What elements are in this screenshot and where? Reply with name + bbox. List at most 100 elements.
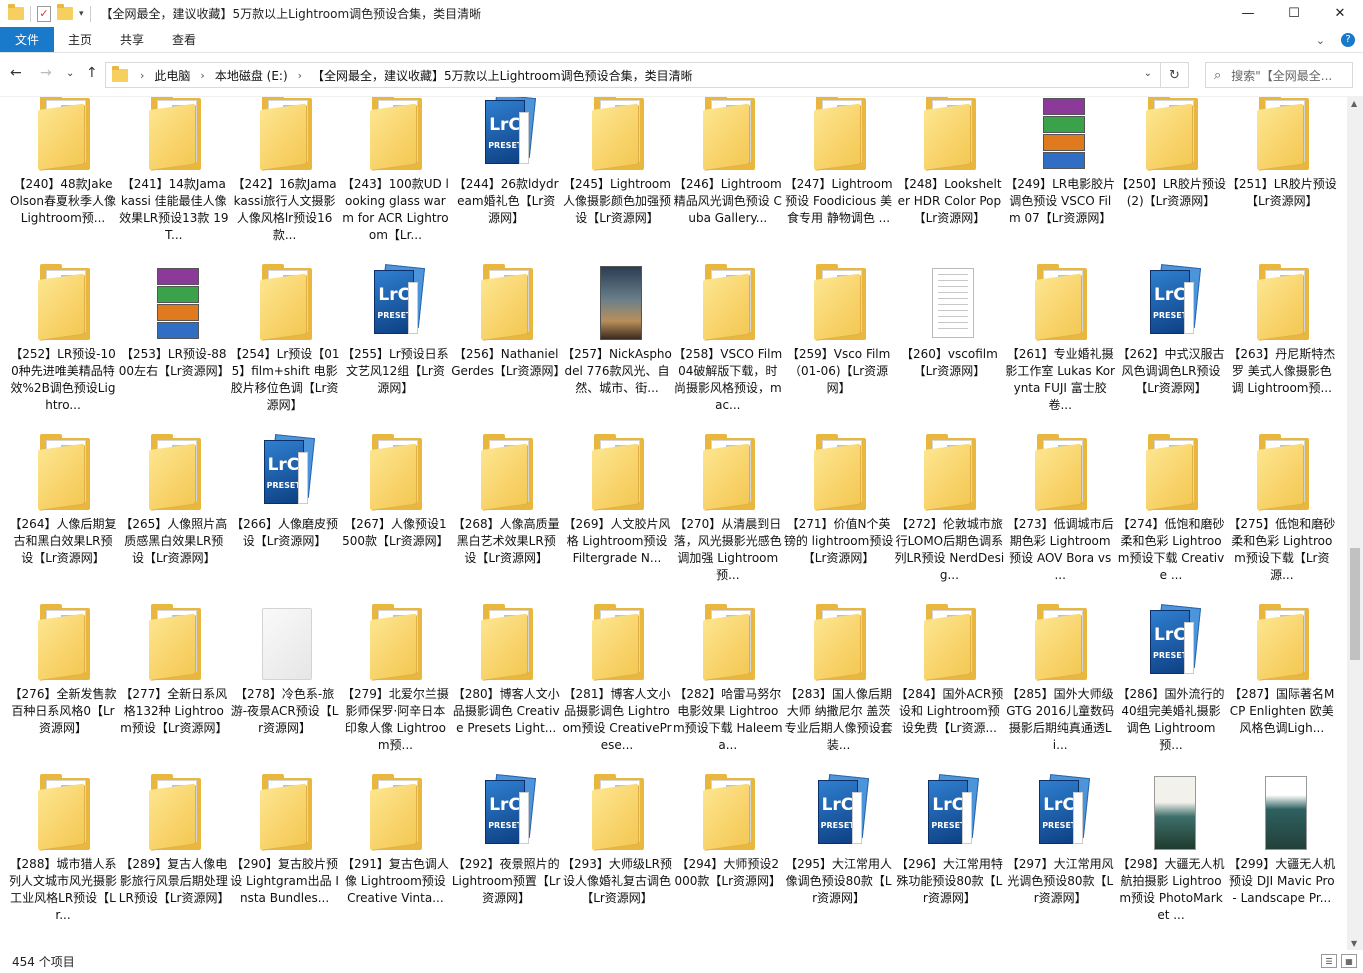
folder-item[interactable]: 【293】大师级LR预设人像婚礼复古调色【Lr资源网】 (562, 774, 672, 944)
details-view-icon[interactable]: ☰ (1321, 954, 1337, 968)
folder-item[interactable]: 【249】LR电影胶片调色预设 VSCO Film 07【Lr资源网】 (1005, 97, 1115, 264)
folder-item[interactable]: 【241】14款Jamakassi 佳能最佳人像效果LR预设13款 19T... (119, 97, 229, 264)
scrollbar-thumb[interactable] (1350, 548, 1360, 660)
folder-item[interactable]: LrC PRESET 【266】人像磨皮预设【Lr资源网】 (230, 434, 340, 604)
folder-item-label: 【293】大师级LR预设人像婚礼复古调色【Lr资源网】 (562, 857, 672, 905)
folder-item[interactable]: 【268】人像高质量黑白艺术效果LR预设【Lr资源网】 (451, 434, 561, 604)
folder-item[interactable]: 【280】博客人文小品摄影调色 Creative Presets Light..… (451, 604, 561, 774)
folder-item[interactable]: 【259】Vsco Film （01-06)【Lr资源网】 (784, 264, 894, 434)
breadcrumb-current-folder[interactable]: 【全网最全，建议收藏】5万款以上Lightroom调色预设合集，类目清晰 (308, 67, 697, 84)
minimize-button[interactable]: — (1225, 0, 1271, 27)
folder-item-label: 【261】专业婚礼摄影工作室 Lukas Korynta FUJI 富士胶卷..… (1005, 347, 1115, 412)
refresh-button[interactable]: ↻ (1160, 63, 1188, 87)
folder-item[interactable]: 【289】复古人像电影旅行风景后期处理LR预设【Lr资源网】 (119, 774, 229, 944)
tab-view[interactable]: 查看 (158, 27, 210, 52)
customize-toolbar-dropdown-icon[interactable]: ▾ (79, 9, 84, 19)
folder-item[interactable]: 【261】专业婚礼摄影工作室 Lukas Korynta FUJI 富士胶卷..… (1005, 264, 1115, 434)
folder-item[interactable]: 【270】从清晨到日落，风光摄影光感色调加强 Lightroom预... (673, 434, 783, 604)
maximize-button[interactable]: ☐ (1271, 0, 1317, 27)
folder-item-label: 【254】Lr预设【015】film+shift 电影胶片移位色调【Lr资源网】 (229, 347, 340, 412)
folder-item[interactable]: 【260】vscofilm【Lr资源网】 (894, 264, 1004, 434)
recent-locations-button[interactable]: ⌄ (66, 68, 74, 79)
breadcrumb-this-pc[interactable]: 此电脑 (150, 67, 194, 84)
folder-item[interactable]: 【299】大疆无人机预设 DJI Mavic Pro - Landscape P… (1227, 774, 1337, 944)
folder-item[interactable]: 【272】伦敦城市旅行LOMO后期色调系列LR预设 NerdDesig... (894, 434, 1004, 604)
search-box[interactable]: ⌕ 搜索"【全网最全... (1205, 62, 1353, 88)
folder-item[interactable]: 【274】低饱和磨砂柔和色彩 Lightroom预设下载 Creative ..… (1116, 434, 1226, 604)
folder-item[interactable]: 【265】人像照片高质感黑白效果LR预设【Lr资源网】 (119, 434, 229, 604)
folder-item[interactable]: 【288】城市猎人系列人文城市风光摄影工业风格LR预设【Lr... (8, 774, 118, 944)
folder-item[interactable]: 【264】人像后期复古和黑白效果LR预设【Lr资源网】 (8, 434, 118, 604)
up-button[interactable]: ↑ (86, 65, 98, 81)
scroll-down-icon[interactable]: ▼ (1351, 939, 1357, 948)
folder-item[interactable]: 【283】国人像后期大师 纳撒尼尔 盖茨 专业后期人像预设套装... (784, 604, 894, 774)
folder-item[interactable]: 【285】国外大师级GTG 2016儿童数码摄影后期纯真通透Li... (1005, 604, 1115, 774)
chevron-right-icon[interactable]: › (194, 69, 210, 82)
folder-item[interactable]: 【291】复古色调人像 Lightroom预设 Creative Vinta..… (340, 774, 450, 944)
folder-item[interactable]: 【250】LR胶片预设(2)【Lr资源网】 (1116, 97, 1226, 264)
chevron-right-icon[interactable]: › (134, 69, 150, 82)
folder-item-label: 【297】大江常用风光调色预设80款【Lr资源网】 (1006, 857, 1114, 905)
folder-item[interactable]: 【240】48款Jake Olson春夏秋季人像Lightroom预... (8, 97, 118, 264)
scroll-up-icon[interactable]: ▲ (1351, 99, 1357, 108)
folder-item[interactable]: 【254】Lr预设【015】film+shift 电影胶片移位色调【Lr资源网】 (230, 264, 340, 434)
folder-item[interactable]: 【290】复古胶片预设 Lightgram出品 Insta Bundles... (230, 774, 340, 944)
help-icon[interactable]: ? (1341, 33, 1355, 47)
folder-item[interactable]: 【258】VSCO Film 04破解版下载，时尚摄影风格预设，mac... (673, 264, 783, 434)
folder-item[interactable]: 【277】全新日系风格132种 Lightroom预设【Lr资源网】 (119, 604, 229, 774)
folder-item[interactable]: LrC PRESET 【295】大江常用人像调色预设80款【Lr资源网】 (784, 774, 894, 944)
folder-item[interactable]: 【257】NickAsphodel 776款风光、自然、城市、街... (562, 264, 672, 434)
lrc-preset-icon: LrC PRESET (471, 97, 537, 172)
folder-icon (582, 434, 646, 512)
address-bar[interactable]: › 此电脑 › 本地磁盘 (E:) › 【全网最全，建议收藏】5万款以上Ligh… (105, 62, 1189, 88)
photo-thumbnail-icon (582, 264, 646, 342)
folder-item[interactable]: 【279】北爱尔兰摄影师保罗·阿辛日本印象人像 Lightroom预... (340, 604, 450, 774)
folder-item[interactable]: 【287】国际著名MCP Enlighten 欧美风格色调Ligh... (1227, 604, 1337, 774)
folder-item[interactable]: LrC PRESET 【286】国外流行的40组完美婚礼摄影调色 Lightroom… (1116, 604, 1226, 774)
folder-item[interactable]: 【263】丹尼斯特杰罗 美式人像摄影色调 Lightroom预... (1227, 264, 1337, 434)
folder-item[interactable]: LrC PRESET 【262】中式汉服古风色调调色LR预设【Lr资源网】 (1116, 264, 1226, 434)
folder-item[interactable]: 【278】冷色系-旅游-夜景ACR预设【Lr资源网】 (230, 604, 340, 774)
folder-item[interactable]: 【243】100款UD looking glass warm for ACR L… (340, 97, 450, 264)
folder-item[interactable]: 【245】Lightroom人像摄影颜色加强预设【Lr资源网】 (562, 97, 672, 264)
folder-item[interactable]: 【271】价值N个英镑的 lightroom预设【Lr资源网】 (784, 434, 894, 604)
folder-item[interactable]: 【256】NathanielGerdes【Lr资源网】 (451, 264, 561, 434)
back-button[interactable]: ← (10, 65, 22, 81)
folder-icon (250, 774, 314, 852)
folder-item[interactable]: 【248】Lookshelter HDR Color Pop【Lr资源网】 (894, 97, 1004, 264)
folder-item[interactable]: 【269】人文胶片风格 Lightroom预设 Filtergrade N... (562, 434, 672, 604)
properties-icon[interactable]: ✓ (37, 5, 51, 22)
folder-item[interactable]: 【276】全新发售款百种日系风格0【Lr资源网】 (8, 604, 118, 774)
folder-item[interactable]: 【252】LR预设-100种先进唯美精品特效%2B调色预设Lightro... (8, 264, 118, 434)
folder-item[interactable]: LrC PRESET 【244】26款ldydream婚礼色【Lr资源网】 (451, 97, 561, 264)
folder-item[interactable]: LrC PRESET 【292】夜景照片的Lightroom预置【Lr资源网】 (451, 774, 561, 944)
folder-item[interactable]: 【281】博客人文小品摄影调色 Lightroom预设 CreativePres… (562, 604, 672, 774)
folder-item[interactable]: 【273】低调城市后期色彩 Lightroom预设 AOV Bora vs ..… (1005, 434, 1115, 604)
chevron-right-icon[interactable]: › (292, 69, 308, 82)
new-folder-icon[interactable] (57, 4, 73, 20)
vertical-scrollbar[interactable]: ▲ ▼ (1347, 97, 1363, 950)
tab-file[interactable]: 文件 (0, 27, 54, 52)
large-icons-view-icon[interactable]: ▦ (1341, 954, 1357, 968)
breadcrumb-drive[interactable]: 本地磁盘 (E:) (211, 67, 292, 84)
folder-item[interactable]: 【294】大师预设2000款【Lr资源网】 (673, 774, 783, 944)
expand-ribbon-icon[interactable]: ⌄ (1316, 34, 1325, 47)
tab-share[interactable]: 共享 (106, 27, 158, 52)
folder-item[interactable]: 【253】LR预设-8800左右【Lr资源网】 (119, 264, 229, 434)
folder-item[interactable]: 【298】大疆无人机航拍摄影 Lightroom预设 PhotoMarket .… (1116, 774, 1226, 944)
folder-item[interactable]: LrC PRESET 【297】大江常用风光调色预设80款【Lr资源网】 (1005, 774, 1115, 944)
folder-item[interactable]: LrC PRESET 【255】Lr预设日系文艺风12组【Lr资源网】 (340, 264, 450, 434)
folder-item[interactable]: 【247】Lightroom预设 Foodicious 美食专用 静物调色 ..… (784, 97, 894, 264)
folder-item[interactable]: 【275】低饱和磨砂柔和色彩 Lightroom预设下载【Lr资源... (1227, 434, 1337, 604)
folder-item[interactable]: 【267】人像预设1500款【Lr资源网】 (340, 434, 450, 604)
forward-button[interactable]: → (40, 65, 52, 81)
folder-item[interactable]: 【246】Lightroom精品风光调色预设 Cuba Gallery... (673, 97, 783, 264)
folder-item[interactable]: 【251】LR胶片预设【Lr资源网】 (1227, 97, 1337, 264)
close-button[interactable]: ✕ (1317, 0, 1363, 27)
folder-item[interactable]: LrC PRESET 【296】大江常用特殊功能预设80款【Lr资源网】 (894, 774, 1004, 944)
folder-item[interactable]: 【282】哈雷马努尔 电影效果 Lightroom预设下载 Haleema... (673, 604, 783, 774)
address-dropdown-icon[interactable]: ⌄ (1144, 68, 1152, 79)
folder-item[interactable]: 【242】16款Jamakassi旅行人文摄影人像风格lr预设16款... (230, 97, 340, 264)
folder-item[interactable]: 【284】国外ACR预设和 Lightroom预设免费【Lr资源... (894, 604, 1004, 774)
tab-home[interactable]: 主页 (54, 27, 106, 52)
